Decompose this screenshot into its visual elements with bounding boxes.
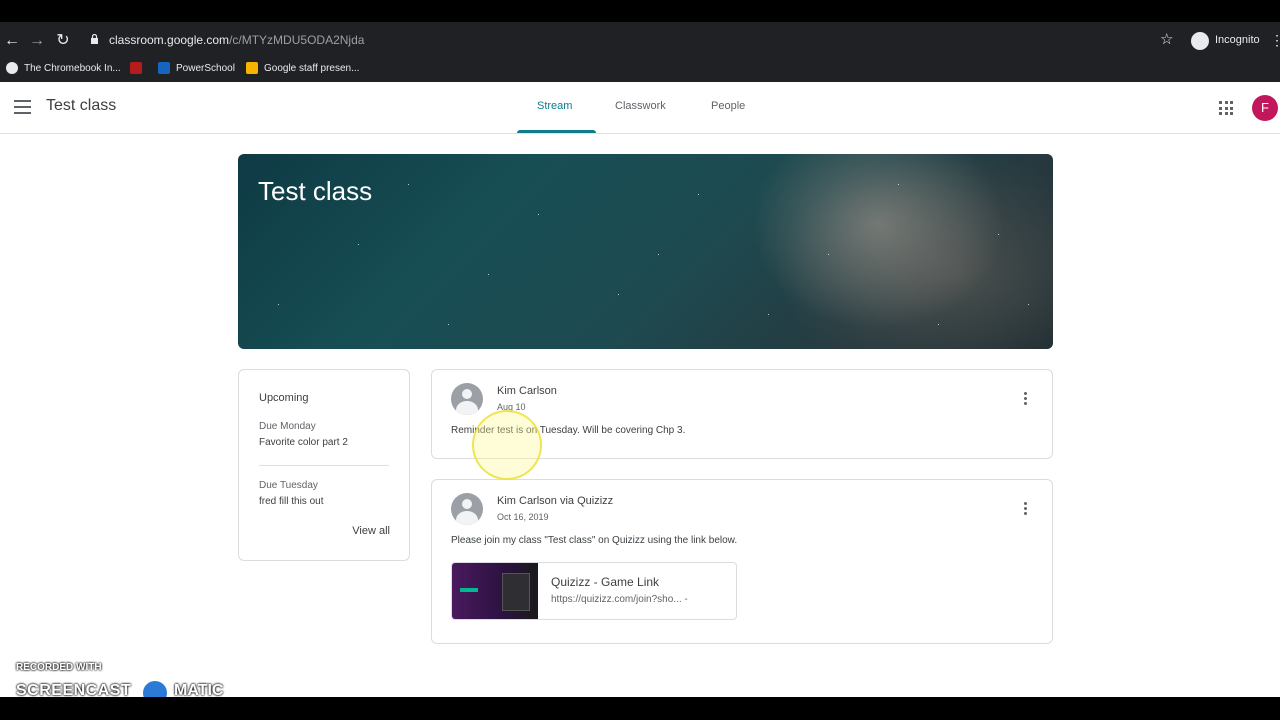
tab-classwork[interactable]: Classwork <box>615 100 666 112</box>
upcoming-title: Upcoming <box>259 392 309 404</box>
attachment-title: Quizizz - Game Link <box>551 575 660 589</box>
bookmark-powerschool[interactable]: PowerSchool <box>158 60 235 76</box>
screen: ← → ↻ classroom.google.com/c/MTYzMDU5ODA… <box>0 22 1280 697</box>
post-date: Oct 16, 2019 <box>497 512 549 522</box>
post-text: Please join my class "Test class" on Qui… <box>451 535 738 546</box>
avatar <box>451 493 483 525</box>
bookmark-red[interactable] <box>130 60 142 76</box>
active-tab-indicator <box>517 130 596 133</box>
forward-icon[interactable]: → <box>25 29 49 53</box>
browser-chrome: ← → ↻ classroom.google.com/c/MTYzMDU5ODA… <box>0 22 1280 82</box>
post-author: Kim Carlson <box>497 385 557 397</box>
attachment-url: https://quizizz.com/join?sho... - <box>551 594 688 605</box>
google-apps-icon[interactable] <box>1219 101 1233 115</box>
red-site-icon <box>130 62 142 74</box>
upcoming-item[interactable]: fred fill this out <box>259 496 323 507</box>
due-label: Due Monday <box>259 421 316 432</box>
due-label: Due Tuesday <box>259 480 318 491</box>
view-all-link[interactable]: View all <box>352 525 390 537</box>
stream-post: Kim Carlson via Quizizz Oct 16, 2019 Ple… <box>431 479 1053 644</box>
bookmark-star-icon[interactable]: ☆ <box>1160 30 1173 48</box>
post-author: Kim Carlson via Quizizz <box>497 495 614 507</box>
avatar <box>451 383 483 415</box>
incognito-icon[interactable] <box>1191 32 1209 50</box>
class-banner: Test class <box>238 154 1053 349</box>
slides-icon <box>246 62 258 74</box>
bookmark-chromebook[interactable]: The Chromebook In... <box>6 60 121 76</box>
lock-icon <box>91 34 98 44</box>
navigation-row: ← → ↻ classroom.google.com/c/MTYzMDU5ODA… <box>0 26 1280 56</box>
class-title[interactable]: Test class <box>46 97 116 115</box>
upcoming-card: Upcoming Due Monday Favorite color part … <box>238 369 410 561</box>
address-bar[interactable]: classroom.google.com/c/MTYzMDU5ODA2Njda <box>109 33 364 47</box>
upcoming-item[interactable]: Favorite color part 2 <box>259 437 348 448</box>
back-icon[interactable]: ← <box>0 29 24 53</box>
screencast-logo-icon <box>140 678 170 697</box>
tab-stream[interactable]: Stream <box>537 100 572 112</box>
bookmark-label: Google staff presen... <box>264 62 360 74</box>
main-menu-icon[interactable] <box>14 100 31 114</box>
powerschool-icon <box>158 62 170 74</box>
cursor-highlight <box>472 410 542 480</box>
attachment-thumbnail <box>452 563 538 619</box>
bookmark-label: PowerSchool <box>176 62 235 74</box>
chromebook-icon <box>6 62 18 74</box>
account-avatar[interactable]: F <box>1252 95 1278 121</box>
watermark-matic: MATIC <box>174 682 224 697</box>
browser-menu-icon[interactable]: ⋮ <box>1270 32 1280 49</box>
watermark-recorded-with: RECORDED WITH <box>16 662 102 673</box>
incognito-label: Incognito <box>1215 34 1260 46</box>
bookmark-label: The Chromebook In... <box>24 62 121 74</box>
url-host: classroom.google.com <box>109 33 230 47</box>
banner-title[interactable]: Test class <box>258 176 372 207</box>
tab-people[interactable]: People <box>711 100 745 112</box>
classroom-header: Test class Stream Classwork People F <box>0 82 1280 134</box>
bookmarks-bar: The Chromebook In... PowerSchool Google … <box>0 56 1280 80</box>
url-path: /c/MTYzMDU5ODA2Njda <box>229 33 365 47</box>
link-attachment[interactable]: Quizizz - Game Link https://quizizz.com/… <box>451 562 737 620</box>
more-options-icon[interactable] <box>1024 392 1028 406</box>
more-options-icon[interactable] <box>1024 502 1028 516</box>
watermark-screencast: SCREENCAST <box>16 682 132 697</box>
bookmark-google-staff[interactable]: Google staff presen... <box>246 60 359 76</box>
divider <box>259 465 389 466</box>
reload-icon[interactable]: ↻ <box>51 29 75 53</box>
